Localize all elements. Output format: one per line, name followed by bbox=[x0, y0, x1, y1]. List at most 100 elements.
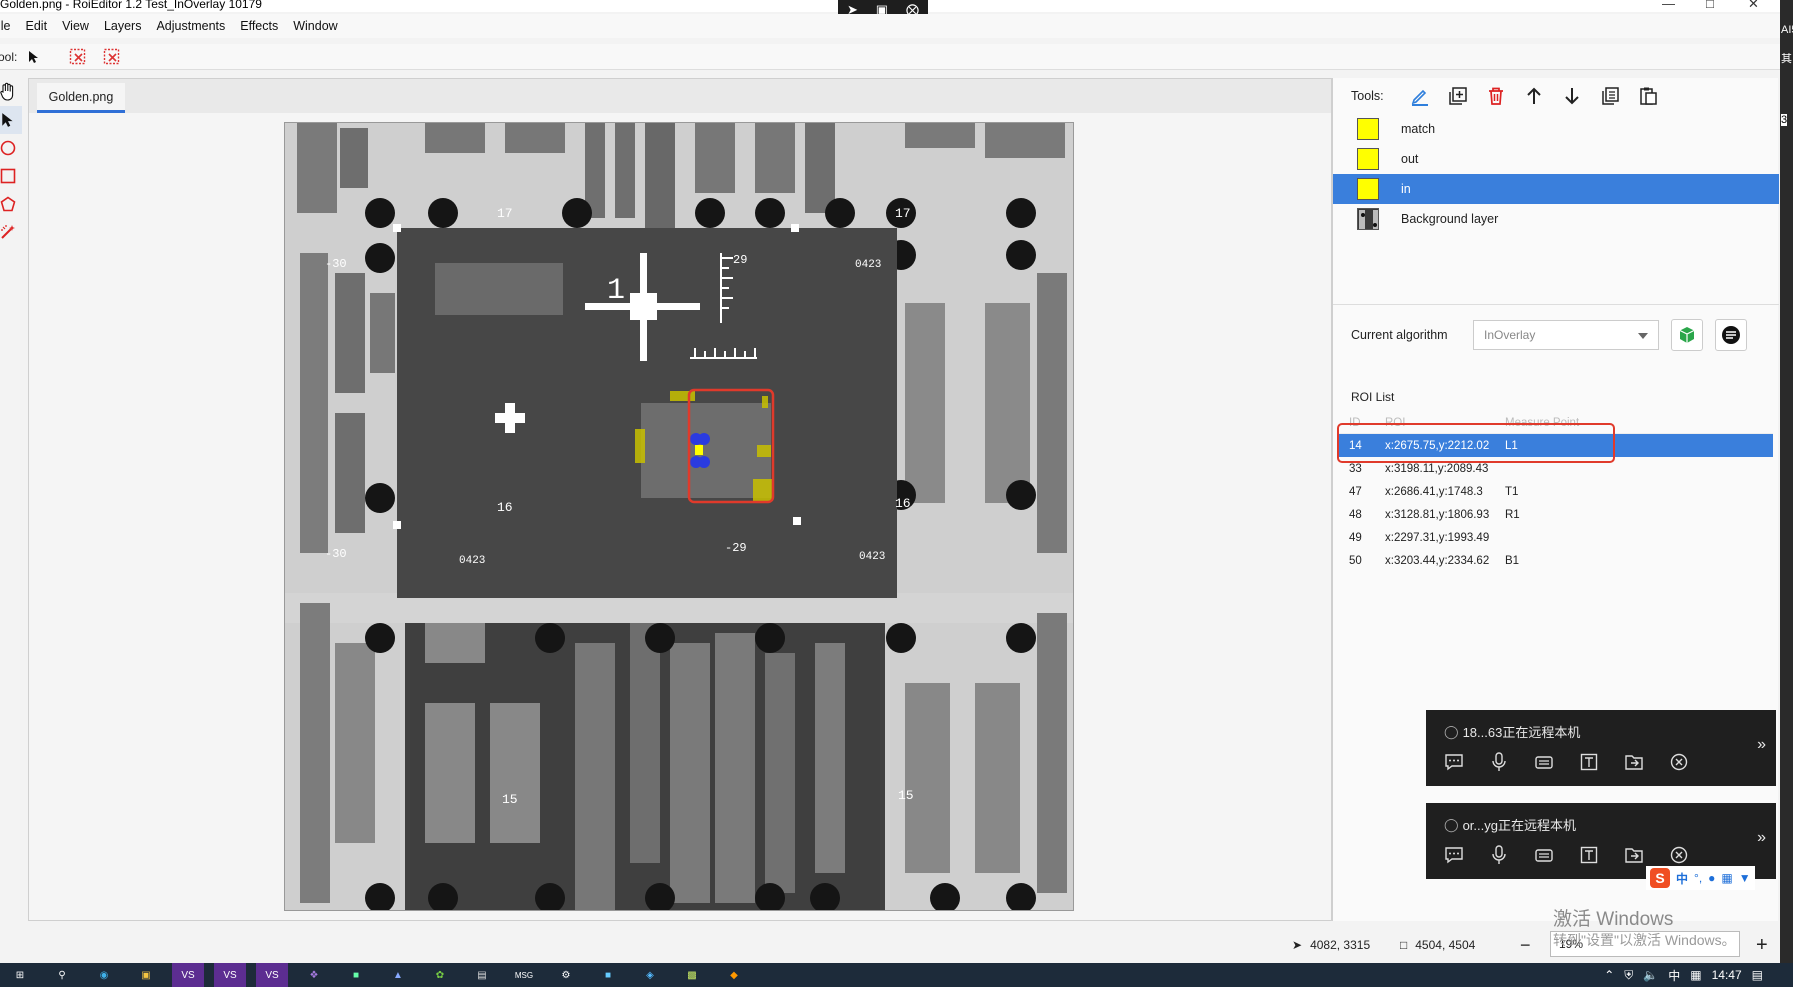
label-17a: 17 bbox=[497, 206, 513, 221]
layer-out[interactable]: out bbox=[1333, 144, 1779, 174]
activation-watermark-title: 激活 Windows bbox=[1553, 909, 1674, 930]
microphone-icon[interactable] bbox=[1485, 750, 1513, 774]
label-0423a: 0423 bbox=[855, 259, 881, 271]
app-icon[interactable]: ▩ bbox=[676, 963, 708, 987]
hand-tool-icon[interactable] bbox=[0, 78, 22, 106]
chevron-up-icon[interactable]: ⌃ bbox=[1604, 968, 1614, 982]
expand-icon[interactable]: » bbox=[1757, 829, 1766, 847]
visual-studio-icon[interactable]: VS bbox=[172, 963, 204, 987]
menu-effects[interactable]: Effects bbox=[240, 19, 278, 33]
app-icon[interactable]: ◆ bbox=[718, 963, 750, 987]
label-15a: 15 bbox=[502, 792, 518, 807]
menu-window[interactable]: Window bbox=[293, 19, 337, 33]
copy-icon[interactable] bbox=[1596, 82, 1624, 110]
layer-in[interactable]: in bbox=[1333, 174, 1779, 204]
grid-icon[interactable]: ▦ bbox=[1690, 968, 1701, 982]
keyboard-icon[interactable]: ▦ bbox=[1721, 871, 1732, 885]
voice-icon[interactable]: ● bbox=[1708, 871, 1715, 885]
move-up-icon[interactable] bbox=[1520, 82, 1548, 110]
algorithm-value: InOverlay bbox=[1484, 327, 1536, 342]
menu-edit[interactable]: Edit bbox=[26, 19, 48, 33]
table-row[interactable]: 48 x:3128.81,y:1806.93 R1 bbox=[1339, 503, 1773, 526]
text-icon[interactable] bbox=[1575, 750, 1603, 774]
move-down-icon[interactable] bbox=[1558, 82, 1586, 110]
file-transfer-icon[interactable] bbox=[1620, 750, 1648, 774]
maximize-icon[interactable]: □ bbox=[1706, 0, 1714, 11]
layer-name: in bbox=[1401, 182, 1411, 196]
layer-match[interactable]: match bbox=[1333, 114, 1779, 144]
layer-background[interactable]: Background layer bbox=[1333, 204, 1779, 234]
text-icon[interactable] bbox=[1575, 843, 1603, 867]
paste-icon[interactable] bbox=[1634, 82, 1662, 110]
notification-icon[interactable]: ▤ bbox=[1752, 968, 1763, 982]
ellipse-tool-icon[interactable] bbox=[0, 134, 22, 162]
zoom-out-button[interactable]: − bbox=[1520, 935, 1531, 956]
notepad-icon[interactable]: ▤ bbox=[466, 963, 498, 987]
user-icon: ◯ bbox=[1444, 723, 1459, 739]
file-transfer-icon[interactable] bbox=[1620, 843, 1648, 867]
punctuation-icon[interactable]: °, bbox=[1694, 871, 1702, 885]
menu-file[interactable]: ile bbox=[0, 19, 11, 33]
selection-size-icon: □ bbox=[1400, 938, 1408, 952]
run-algorithm-button[interactable] bbox=[1671, 318, 1703, 351]
tab-golden-png[interactable]: Golden.png bbox=[37, 83, 125, 113]
sogou-icon[interactable]: S bbox=[1650, 868, 1670, 888]
chat-icon[interactable] bbox=[1440, 843, 1468, 867]
keyboard-icon[interactable] bbox=[1530, 750, 1558, 774]
menu-view[interactable]: View bbox=[62, 19, 89, 33]
shield-icon[interactable]: ⛨ bbox=[1624, 968, 1633, 983]
magic-wand-icon[interactable] bbox=[0, 218, 22, 246]
app-icon[interactable]: ■ bbox=[592, 963, 624, 987]
volume-icon[interactable]: 🔈 bbox=[1643, 968, 1658, 982]
app-icon[interactable]: ✿ bbox=[424, 963, 456, 987]
pencil-icon[interactable] bbox=[1406, 82, 1434, 110]
app-icon[interactable]: ■ bbox=[340, 963, 372, 987]
chat-icon[interactable] bbox=[1440, 750, 1468, 774]
vs-purple-icon[interactable]: ❖ bbox=[298, 963, 330, 987]
start-icon[interactable]: ⊞ bbox=[4, 963, 36, 987]
shirt-icon[interactable]: ▼ bbox=[1739, 871, 1751, 885]
menu-adjustments[interactable]: Adjustments bbox=[156, 19, 225, 33]
arrow-pointer-icon[interactable] bbox=[23, 46, 45, 68]
add-layer-icon[interactable] bbox=[1444, 82, 1472, 110]
msg-icon[interactable]: MSG bbox=[508, 963, 540, 987]
menu-layers[interactable]: Layers bbox=[104, 19, 142, 33]
zoom-in-button[interactable]: + bbox=[1756, 934, 1768, 957]
close-icon[interactable]: ✕ bbox=[1748, 0, 1759, 12]
app-icon[interactable]: ▲ bbox=[382, 963, 414, 987]
settings-icon[interactable]: ⚙ bbox=[550, 963, 582, 987]
cursor-position: ➤ 4082, 3315 bbox=[1292, 938, 1371, 952]
disconnect-icon[interactable] bbox=[1665, 750, 1693, 774]
clear-selection-icon[interactable] bbox=[67, 46, 89, 68]
ime-language[interactable]: 中 bbox=[1676, 870, 1688, 887]
file-explorer-icon[interactable]: ▣ bbox=[130, 963, 162, 987]
visual-studio-icon[interactable]: VS bbox=[256, 963, 288, 987]
edge-browser-icon[interactable]: ◉ bbox=[88, 963, 120, 987]
user-icon: ◯ bbox=[1444, 816, 1459, 832]
image-canvas[interactable]: 17 17 -30 0423 16 16 -30 0423 -29 0423 1… bbox=[284, 122, 1074, 911]
disconnect-icon[interactable] bbox=[1665, 843, 1693, 867]
table-row[interactable]: 49 x:2297.31,y:1993.49 bbox=[1339, 526, 1773, 549]
tray-language[interactable]: 中 bbox=[1668, 967, 1680, 984]
clock[interactable]: 14:47 bbox=[1712, 968, 1742, 982]
canvas-area[interactable]: Golden.png 17 17 -30 0423 16 16 -30 0423… bbox=[28, 78, 1332, 921]
keyboard-icon[interactable] bbox=[1530, 843, 1558, 867]
app-icon[interactable]: ◈ bbox=[634, 963, 666, 987]
table-row[interactable]: 50 x:3203.44,y:2334.62 B1 bbox=[1339, 549, 1773, 572]
polygon-tool-icon[interactable] bbox=[0, 190, 22, 218]
chevron-down-icon bbox=[1638, 328, 1648, 342]
minimize-icon[interactable]: — bbox=[1662, 0, 1675, 11]
select-tool-icon[interactable] bbox=[0, 106, 22, 134]
microphone-icon[interactable] bbox=[1485, 843, 1513, 867]
label-17b: 17 bbox=[895, 206, 911, 221]
rectangle-tool-icon[interactable] bbox=[0, 162, 22, 190]
delete-selection-icon[interactable] bbox=[101, 46, 123, 68]
expand-icon[interactable]: » bbox=[1757, 736, 1766, 754]
table-row[interactable]: 47 x:2686.41,y:1748.3 T1 bbox=[1339, 480, 1773, 503]
ime-toolbar: S 中 °, ● ▦ ▼ bbox=[1646, 866, 1755, 890]
algorithm-settings-button[interactable] bbox=[1715, 318, 1747, 351]
trash-icon[interactable] bbox=[1482, 82, 1510, 110]
visual-studio-icon[interactable]: VS bbox=[214, 963, 246, 987]
algorithm-select[interactable]: InOverlay bbox=[1473, 319, 1659, 350]
search-icon[interactable]: ⚲ bbox=[46, 963, 78, 987]
